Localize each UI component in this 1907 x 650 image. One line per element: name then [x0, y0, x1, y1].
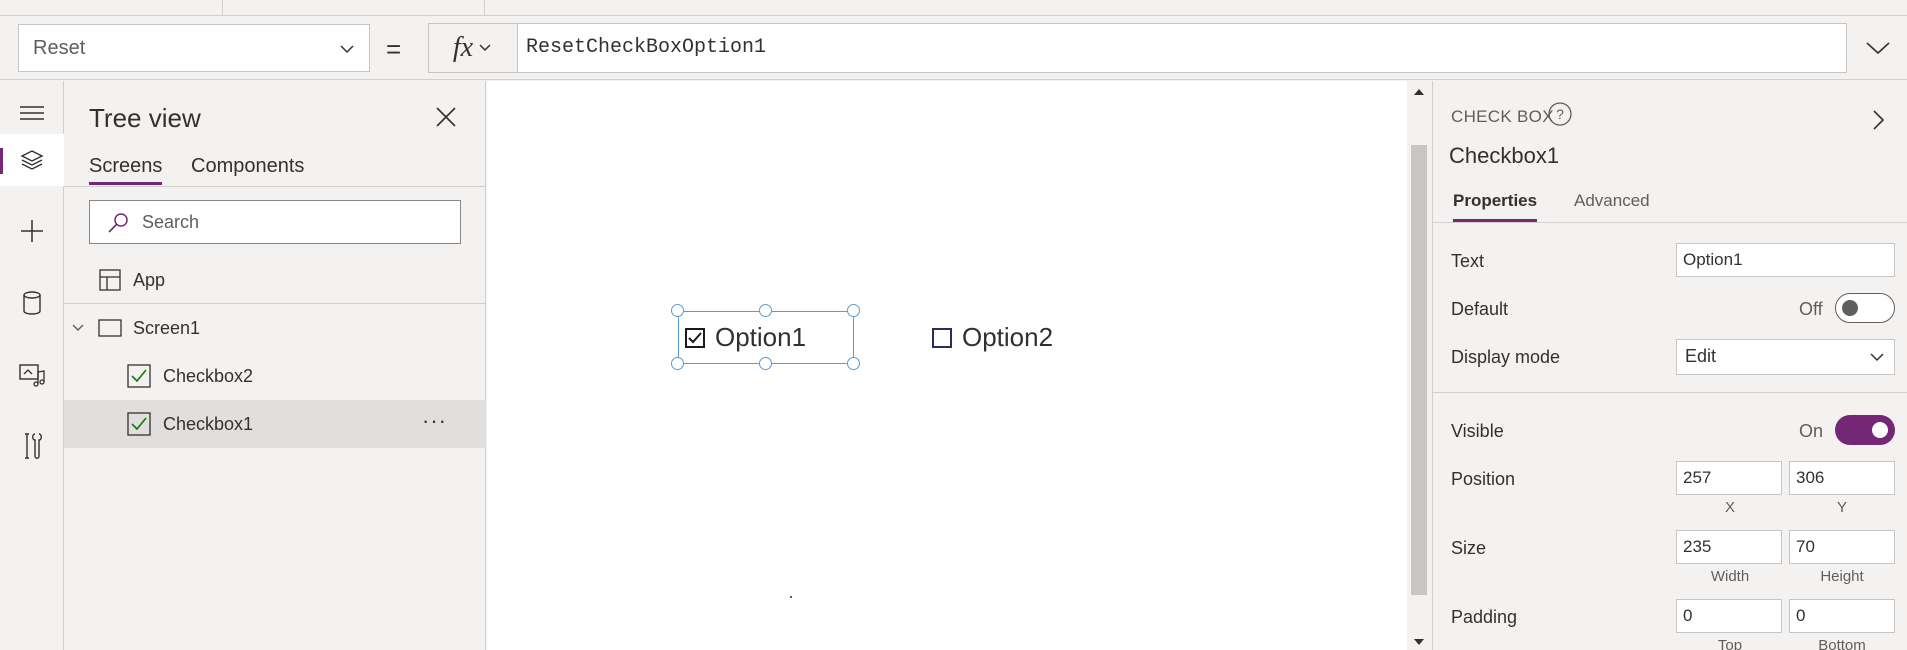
- formula-input[interactable]: ResetCheckBoxOption1: [517, 23, 1847, 73]
- menu-icon[interactable]: [0, 87, 64, 139]
- position-y-input[interactable]: 306: [1789, 461, 1895, 495]
- chevron-right-icon[interactable]: [1865, 107, 1891, 133]
- chevron-down-icon: [1870, 353, 1884, 362]
- more-options-icon[interactable]: ···: [422, 408, 447, 434]
- search-placeholder: Search: [142, 211, 200, 232]
- top-strip: [0, 0, 1907, 16]
- scroll-down-icon[interactable]: [1413, 637, 1425, 647]
- size-width-input[interactable]: 235: [1676, 530, 1782, 564]
- design-canvas[interactable]: [487, 81, 1407, 650]
- default-toggle[interactable]: [1835, 293, 1895, 323]
- fx-icon: fx: [452, 32, 474, 63]
- property-dropdown[interactable]: Reset: [18, 24, 370, 72]
- tab-divider: [1433, 222, 1907, 223]
- size-height-input[interactable]: 70: [1789, 530, 1895, 564]
- size-label: Size: [1451, 538, 1487, 558]
- tab-divider: [64, 186, 486, 187]
- height-caption: Height: [1820, 568, 1864, 585]
- resize-handle[interactable]: [847, 304, 860, 317]
- tree-view-panel: Tree view Screens Components Search App …: [64, 81, 486, 650]
- tree-item-label: Screen1: [133, 317, 201, 338]
- svg-text:?: ?: [1556, 106, 1564, 122]
- toggle-knob: [1842, 300, 1858, 316]
- media-icon[interactable]: [0, 349, 64, 401]
- app-root: Reset = fx ResetCheckBoxOption1 Tree vie…: [0, 0, 1907, 650]
- resize-handle[interactable]: [671, 304, 684, 317]
- visible-state: On: [1799, 421, 1824, 441]
- expand-formula-icon[interactable]: [1862, 32, 1894, 64]
- resize-handle[interactable]: [759, 357, 772, 370]
- position-label: Position: [1451, 469, 1516, 489]
- checkbox-box[interactable]: [932, 327, 952, 348]
- padding-label: Padding: [1451, 607, 1518, 627]
- section-divider: [1433, 392, 1907, 393]
- database-icon[interactable]: [0, 277, 64, 329]
- width-caption: Width: [1710, 568, 1750, 585]
- screen-icon: [98, 319, 122, 337]
- strip-divider: [484, 0, 485, 15]
- tab-screens[interactable]: Screens: [89, 155, 163, 185]
- resize-handle[interactable]: [847, 357, 860, 370]
- visible-label: Visible: [1451, 421, 1504, 441]
- tree-item-app[interactable]: App: [64, 256, 486, 304]
- tree-item-checkbox1[interactable]: Checkbox1 ···: [64, 400, 486, 448]
- visible-toggle[interactable]: [1835, 415, 1895, 445]
- fx-button[interactable]: fx: [428, 23, 518, 73]
- bottom-caption: Bottom: [1818, 637, 1866, 650]
- equals-sign: =: [386, 34, 402, 64]
- display-mode-value: Edit: [1685, 346, 1717, 366]
- formula-bar: Reset = fx ResetCheckBoxOption1: [0, 16, 1907, 80]
- resize-handle[interactable]: [671, 357, 684, 370]
- tree-search-input[interactable]: Search: [89, 200, 461, 244]
- tree-view-title: Tree view: [89, 103, 201, 133]
- tools-icon[interactable]: [0, 420, 64, 472]
- tab-advanced[interactable]: Advanced: [1574, 191, 1650, 211]
- checkbox-label: Option2: [962, 322, 1054, 352]
- canvas-checkbox2[interactable]: Option2: [932, 322, 1053, 353]
- plus-icon[interactable]: [0, 205, 64, 257]
- canvas-scrollbar[interactable]: [1407, 81, 1431, 650]
- tree-item-label: Checkbox2: [163, 365, 254, 386]
- chevron-down-icon: [340, 45, 354, 54]
- tree-item-screen1[interactable]: Screen1: [64, 304, 486, 352]
- text-label: Text: [1451, 251, 1485, 271]
- toggle-knob: [1872, 422, 1888, 438]
- default-label: Default: [1451, 299, 1509, 319]
- tab-properties[interactable]: Properties: [1453, 191, 1538, 222]
- display-mode-label: Display mode: [1451, 347, 1561, 367]
- layers-icon[interactable]: [0, 134, 64, 186]
- search-icon: [108, 213, 128, 233]
- checkbox-control-icon: [127, 412, 151, 436]
- display-mode-dropdown[interactable]: Edit: [1676, 339, 1895, 375]
- scroll-thumb[interactable]: [1411, 145, 1427, 595]
- chevron-down-icon[interactable]: [70, 320, 86, 336]
- properties-panel: CHECK BOX ? Checkbox1 Properties Advance…: [1432, 81, 1907, 650]
- text-input[interactable]: Option1: [1676, 243, 1895, 277]
- left-rail: [0, 81, 64, 650]
- tab-components[interactable]: Components: [191, 155, 304, 178]
- control-type: CHECK BOX: [1451, 107, 1554, 126]
- close-icon[interactable]: [432, 103, 460, 131]
- chevron-down-icon: [479, 44, 491, 52]
- tree-item-label: App: [133, 269, 166, 290]
- resize-handle[interactable]: [759, 304, 772, 317]
- property-dropdown-value: Reset: [33, 36, 86, 59]
- app-icon: [99, 269, 121, 291]
- x-caption: X: [1724, 499, 1735, 516]
- y-caption: Y: [1836, 499, 1847, 516]
- help-icon[interactable]: ?: [1547, 101, 1573, 127]
- top-caption: Top: [1717, 637, 1743, 650]
- default-state: Off: [1799, 299, 1823, 319]
- canvas-dot: [790, 596, 792, 598]
- strip-divider: [222, 0, 223, 15]
- scroll-up-icon[interactable]: [1413, 87, 1425, 97]
- position-x-input[interactable]: 257: [1676, 461, 1782, 495]
- padding-bottom-input[interactable]: 0: [1789, 599, 1895, 633]
- padding-top-input[interactable]: 0: [1676, 599, 1782, 633]
- checkbox-control-icon: [127, 364, 151, 388]
- tree-item-label: Checkbox1: [163, 413, 254, 434]
- control-name[interactable]: Checkbox1: [1449, 143, 1559, 169]
- tree-item-checkbox2[interactable]: Checkbox2: [64, 352, 486, 400]
